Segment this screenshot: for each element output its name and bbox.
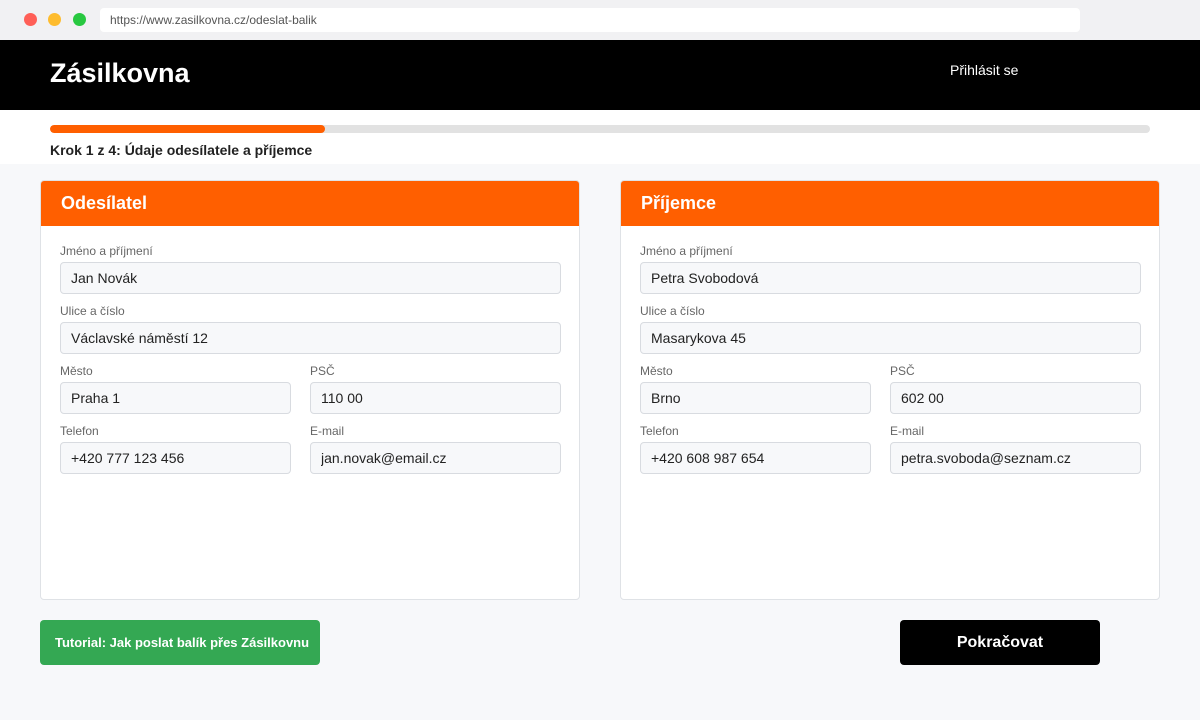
continue-button[interactable]: Pokračovat bbox=[900, 620, 1100, 665]
maximize-window-icon[interactable] bbox=[73, 13, 86, 26]
sender-phone-field: Telefon bbox=[60, 424, 291, 474]
recipient-zip-label: PSČ bbox=[890, 364, 915, 378]
recipient-email-label: E-mail bbox=[890, 424, 925, 438]
recipient-street-label: Ulice a číslo bbox=[640, 304, 705, 318]
recipient-city-field: Město bbox=[640, 364, 871, 414]
recipient-phone-label: Telefon bbox=[640, 424, 679, 438]
progress-bar-fill bbox=[50, 125, 325, 133]
recipient-phone-input[interactable] bbox=[640, 442, 871, 474]
sender-name-field: Jméno a příjmení bbox=[60, 244, 561, 294]
sender-email-field: E-mail bbox=[310, 424, 561, 474]
recipient-street-input[interactable] bbox=[640, 322, 1141, 354]
close-window-icon[interactable] bbox=[24, 13, 37, 26]
login-link[interactable]: Přihlásit se bbox=[950, 62, 1018, 78]
sender-zip-label: PSČ bbox=[310, 364, 335, 378]
minimize-window-icon[interactable] bbox=[48, 13, 61, 26]
sender-name-label: Jméno a příjmení bbox=[60, 244, 153, 258]
sender-phone-label: Telefon bbox=[60, 424, 99, 438]
address-bar[interactable]: https://www.zasilkovna.cz/odeslat-balik bbox=[100, 8, 1080, 32]
sender-street-field: Ulice a číslo bbox=[60, 304, 561, 354]
recipient-email-field: E-mail bbox=[890, 424, 1141, 474]
sender-name-input[interactable] bbox=[60, 262, 561, 294]
recipient-name-field: Jméno a příjmení bbox=[640, 244, 1141, 294]
sender-email-input[interactable] bbox=[310, 442, 561, 474]
progress-section: Krok 1 z 4: Údaje odesílatele a příjemce bbox=[0, 110, 1200, 164]
sender-zip-field: PSČ bbox=[310, 364, 561, 414]
brand-logo[interactable]: Zásilkovna bbox=[50, 58, 190, 89]
progress-bar bbox=[50, 125, 1150, 133]
sender-card-title: Odesílatel bbox=[41, 181, 579, 226]
recipient-name-label: Jméno a příjmení bbox=[640, 244, 733, 258]
recipient-zip-field: PSČ bbox=[890, 364, 1141, 414]
sender-card: Odesílatel Jméno a příjmení Ulice a čísl… bbox=[40, 180, 580, 600]
sender-city-field: Město bbox=[60, 364, 291, 414]
recipient-card-title: Příjemce bbox=[621, 181, 1159, 226]
recipient-phone-field: Telefon bbox=[640, 424, 871, 474]
step-label: Krok 1 z 4: Údaje odesílatele a příjemce bbox=[50, 142, 313, 158]
sender-street-label: Ulice a číslo bbox=[60, 304, 125, 318]
recipient-city-input[interactable] bbox=[640, 382, 871, 414]
sender-phone-input[interactable] bbox=[60, 442, 291, 474]
tutorial-button[interactable]: Tutorial: Jak poslat balík přes Zásilkov… bbox=[40, 620, 320, 665]
recipient-street-field: Ulice a číslo bbox=[640, 304, 1141, 354]
site-header: Zásilkovna Přihlásit se bbox=[0, 40, 1200, 110]
recipient-email-input[interactable] bbox=[890, 442, 1141, 474]
recipient-zip-input[interactable] bbox=[890, 382, 1141, 414]
sender-email-label: E-mail bbox=[310, 424, 345, 438]
recipient-name-input[interactable] bbox=[640, 262, 1141, 294]
sender-city-input[interactable] bbox=[60, 382, 291, 414]
sender-zip-input[interactable] bbox=[310, 382, 561, 414]
recipient-city-label: Město bbox=[640, 364, 673, 378]
sender-street-input[interactable] bbox=[60, 322, 561, 354]
recipient-card: Příjemce Jméno a příjmení Ulice a číslo … bbox=[620, 180, 1160, 600]
browser-chrome: https://www.zasilkovna.cz/odeslat-balik bbox=[0, 0, 1200, 40]
sender-city-label: Město bbox=[60, 364, 93, 378]
